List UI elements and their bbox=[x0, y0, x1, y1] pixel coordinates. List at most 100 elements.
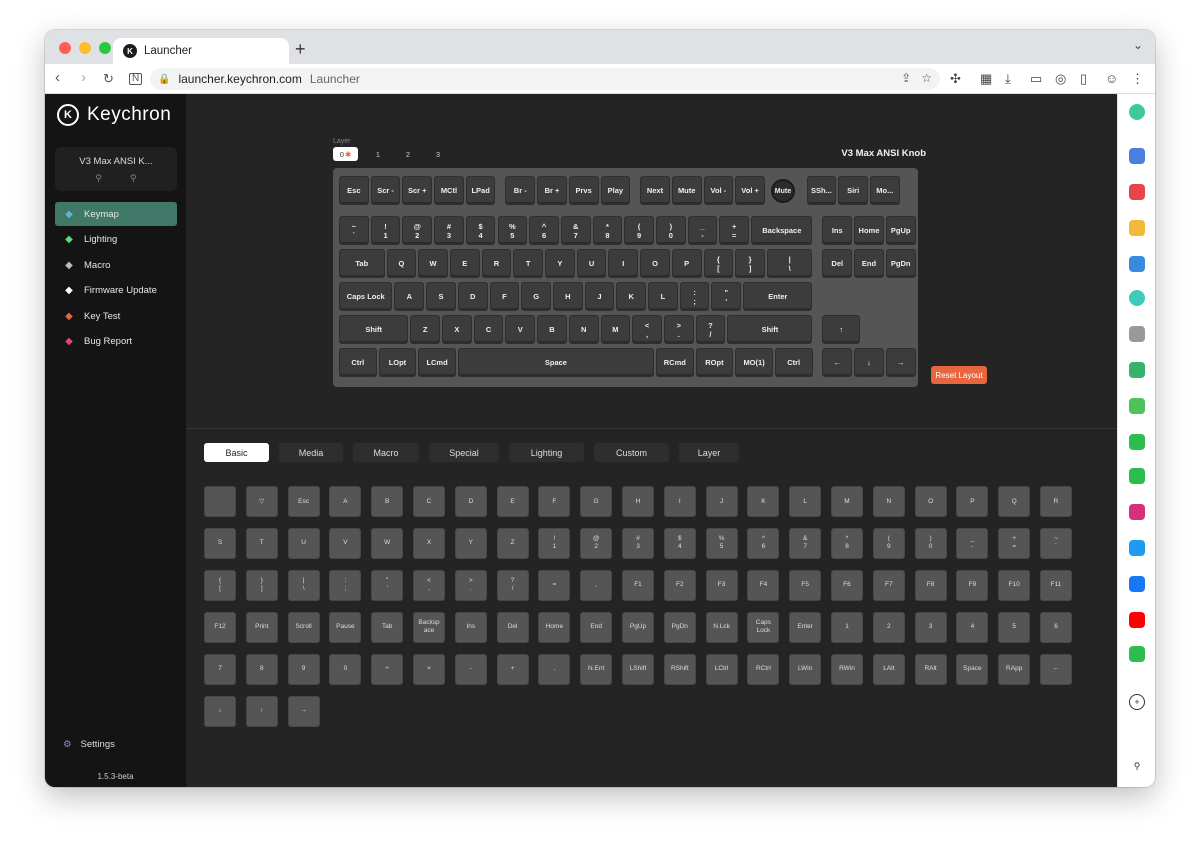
keycode-tile[interactable]: + bbox=[496, 653, 529, 685]
keycode-tile[interactable]: LCtrl bbox=[705, 653, 738, 685]
back-icon[interactable]: ‹ bbox=[55, 69, 60, 86]
keycode-tile[interactable]: C bbox=[413, 486, 445, 517]
instagram-icon[interactable] bbox=[1129, 504, 1145, 520]
keycode-tile[interactable]: F4 bbox=[747, 569, 780, 601]
keymap-key[interactable]: Ctrl bbox=[339, 348, 377, 377]
pin-icon[interactable]: ⚲ bbox=[1129, 758, 1145, 774]
keymap-key[interactable]: V bbox=[505, 315, 536, 344]
keycode-tile[interactable]: * 8 bbox=[831, 527, 863, 559]
keycode-tile[interactable]: 9 bbox=[287, 653, 320, 685]
keycode-tile[interactable]: F7 bbox=[872, 569, 905, 601]
reload-icon[interactable]: ↻ bbox=[103, 71, 114, 87]
keycode-tile[interactable]: { [ bbox=[204, 569, 236, 601]
keymap-key[interactable]: Vol - bbox=[703, 176, 734, 205]
video-icon[interactable]: ▭ bbox=[1030, 71, 1042, 87]
volume-knob[interactable]: Mute bbox=[770, 179, 795, 203]
keymap-key[interactable]: MCtl bbox=[434, 176, 464, 205]
keycode-tile[interactable]: 0 bbox=[329, 653, 362, 685]
tab-custom[interactable]: Custom bbox=[594, 443, 669, 462]
keycode-tile[interactable]: # 3 bbox=[622, 527, 654, 559]
puzzle-extension-icon[interactable]: ✣ bbox=[950, 71, 961, 87]
keymap-key[interactable]: Br - bbox=[505, 176, 536, 205]
keycode-tile[interactable]: H bbox=[622, 486, 654, 517]
keycode-tile[interactable]: PgUp bbox=[622, 611, 654, 643]
keycode-tile[interactable]: 3 bbox=[914, 611, 947, 643]
keymap-key[interactable]: + = bbox=[719, 216, 750, 245]
screenshot-icon[interactable]: ◎ bbox=[1055, 71, 1066, 87]
keymap-key[interactable]: A bbox=[394, 282, 425, 311]
keycode-tile[interactable]: N bbox=[872, 486, 905, 517]
character-app-icon[interactable] bbox=[1129, 326, 1145, 342]
zoom-window-button[interactable] bbox=[99, 42, 111, 54]
keycode-tile[interactable]: : ; bbox=[329, 569, 362, 601]
keymap-key[interactable]: Scr - bbox=[370, 176, 401, 205]
keymap-key[interactable]: Z bbox=[410, 315, 440, 344]
keycode-tile[interactable]: U bbox=[287, 527, 320, 559]
keycode-tile[interactable]: P bbox=[956, 486, 989, 517]
keymap-key[interactable]: RCmd bbox=[656, 348, 694, 377]
twitter-icon[interactable] bbox=[1129, 540, 1145, 556]
keycode-tile[interactable]: 4 bbox=[956, 611, 989, 643]
keycode-tile[interactable]: End bbox=[580, 611, 613, 643]
keymap-key[interactable]: K bbox=[616, 282, 647, 311]
keycode-tile[interactable]: O bbox=[914, 486, 947, 517]
keycode-tile[interactable]: G bbox=[580, 486, 613, 517]
keycode-tile[interactable]: Tab bbox=[371, 611, 404, 643]
keycode-tile[interactable]: Del bbox=[496, 611, 529, 643]
keycode-tile[interactable]: F6 bbox=[831, 569, 863, 601]
keymap-key[interactable]: Shift bbox=[339, 315, 409, 344]
browser-tab[interactable]: K Launcher bbox=[113, 38, 289, 64]
keymap-key[interactable]: : ; bbox=[679, 282, 710, 311]
keycode-tile[interactable]: _ - bbox=[956, 527, 989, 559]
keycode-tile[interactable]: Home bbox=[538, 611, 571, 643]
keycode-tile[interactable]: A bbox=[329, 486, 362, 517]
forward-icon[interactable]: › bbox=[81, 69, 86, 86]
keycode-tile[interactable]: RAlt bbox=[914, 653, 947, 685]
keycode-tile[interactable]: $ 4 bbox=[663, 527, 696, 559]
keycode-tile[interactable]: LAlt bbox=[872, 653, 905, 685]
keymap-key[interactable]: ? / bbox=[695, 315, 726, 344]
keymap-key[interactable]: End bbox=[854, 249, 884, 278]
keycode-tile[interactable]: Print bbox=[245, 611, 278, 643]
keycode-tile[interactable]: D bbox=[454, 486, 487, 517]
keymap-key[interactable]: SSh... bbox=[806, 176, 837, 205]
keymap-key[interactable]: M bbox=[600, 315, 631, 344]
keycode-tile[interactable]: < , bbox=[413, 569, 445, 601]
keymap-key[interactable]: O bbox=[640, 249, 670, 278]
keycode-tile[interactable]: ? / bbox=[496, 569, 529, 601]
facebook-icon[interactable] bbox=[1129, 576, 1145, 592]
keymap-key[interactable]: | \ bbox=[766, 249, 813, 278]
keymap-key[interactable]: @ 2 bbox=[402, 216, 433, 245]
keycode-tile[interactable]: > . bbox=[454, 569, 487, 601]
keymap-key[interactable]: X bbox=[442, 315, 472, 344]
keycode-tile[interactable]: Ins bbox=[454, 611, 487, 643]
keymap-key[interactable]: ← bbox=[822, 348, 853, 377]
calendar-app-icon[interactable] bbox=[1129, 148, 1145, 164]
keycode-tile[interactable]: J bbox=[705, 486, 738, 517]
line-app-icon[interactable] bbox=[1129, 434, 1145, 450]
keycode-tile[interactable]: Pause bbox=[329, 611, 362, 643]
keycode-tile[interactable]: Z bbox=[496, 527, 529, 559]
layer-tab-3[interactable]: 3 bbox=[423, 147, 453, 161]
keycode-tile[interactable]: N.Ent bbox=[580, 653, 613, 685]
keycode-tile[interactable]: } ] bbox=[245, 569, 278, 601]
keycode-tile[interactable]: ▽ bbox=[245, 486, 278, 517]
sidebar-app-icon-1[interactable] bbox=[1129, 104, 1145, 120]
keycode-tile[interactable]: M bbox=[831, 486, 863, 517]
keycode-tile[interactable]: F11 bbox=[1040, 569, 1072, 601]
keycode-tile[interactable]: X bbox=[413, 527, 445, 559]
keymap-key[interactable]: Y bbox=[545, 249, 575, 278]
tab-layer[interactable]: Layer bbox=[679, 443, 739, 462]
sidebar-item-key-test[interactable]: ◆ Key Test bbox=[55, 304, 177, 328]
keymap-key[interactable]: Play bbox=[600, 176, 631, 205]
keymap-key[interactable]: } ] bbox=[735, 249, 765, 278]
tab-search-icon[interactable]: ⌄ bbox=[1133, 38, 1143, 52]
keycode-tile[interactable]: RCtrl bbox=[747, 653, 780, 685]
keycode-tile[interactable]: E bbox=[496, 486, 529, 517]
keymap-key[interactable]: { [ bbox=[703, 249, 734, 278]
keycode-tile[interactable]: " ' bbox=[371, 569, 404, 601]
keycode-tile[interactable]: ← bbox=[1040, 653, 1072, 685]
keymap-key[interactable]: Next bbox=[640, 176, 670, 205]
keymap-key[interactable]: $ 4 bbox=[465, 216, 496, 245]
keycode-tile[interactable]: W bbox=[371, 527, 404, 559]
